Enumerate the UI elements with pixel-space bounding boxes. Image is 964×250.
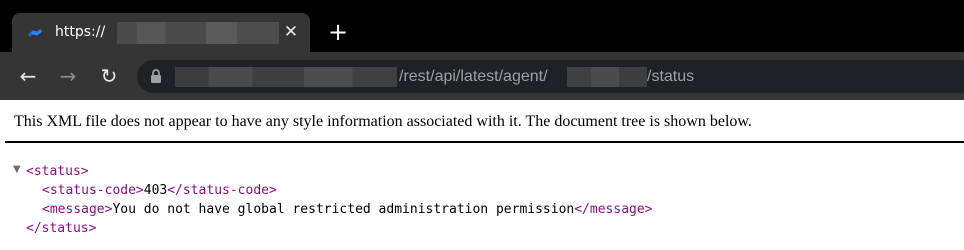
xml-tag: <status> [26,164,89,179]
status-code-value: 403 [143,183,168,198]
xml-tag: </message> [574,202,653,217]
confluence-icon [28,29,42,37]
xml-line-root-open: <status> [26,162,89,181]
collapse-toggle-icon[interactable]: ▼ [13,164,21,175]
xml-tag: </status> [26,221,97,236]
reload-button[interactable]: ↻ [97,64,121,88]
address-bar[interactable]: /rest/api/latest/agent/ /status [137,60,964,93]
new-tab-button[interactable]: + [324,20,352,46]
tab-strip: https:// ✕ + [0,0,964,52]
xml-info-message: This XML file does not appear to have an… [14,113,752,130]
back-button[interactable]: ← [16,64,40,88]
message-value: You do not have global restricted admini… [112,202,575,217]
close-tab-icon[interactable]: ✕ [280,21,302,43]
xml-tag: <status-code> [42,183,144,198]
xml-tag: </status-code> [167,183,277,198]
xml-line-status-code: <status-code>403</status-code> [42,181,277,200]
forward-button[interactable]: → [56,64,80,88]
lock-icon[interactable] [149,68,163,85]
browser-tab[interactable]: https:// ✕ [12,13,310,52]
xml-line-root-close: </status> [26,219,96,238]
xml-tag: <message> [42,202,113,217]
browser-toolbar: ← → ↻ /rest/api/latest/agent/ /status [0,52,964,100]
url-path: /rest/api/latest/agent/ [399,68,548,85]
url-path-tail: /status [647,68,695,85]
redacted-url-host [175,67,397,87]
tab-title: https:// [55,24,106,40]
redacted-hostname [117,22,279,44]
divider [5,141,964,143]
redacted-agent-id [567,67,647,87]
xml-line-message: <message>You do not have global restrict… [42,200,653,219]
